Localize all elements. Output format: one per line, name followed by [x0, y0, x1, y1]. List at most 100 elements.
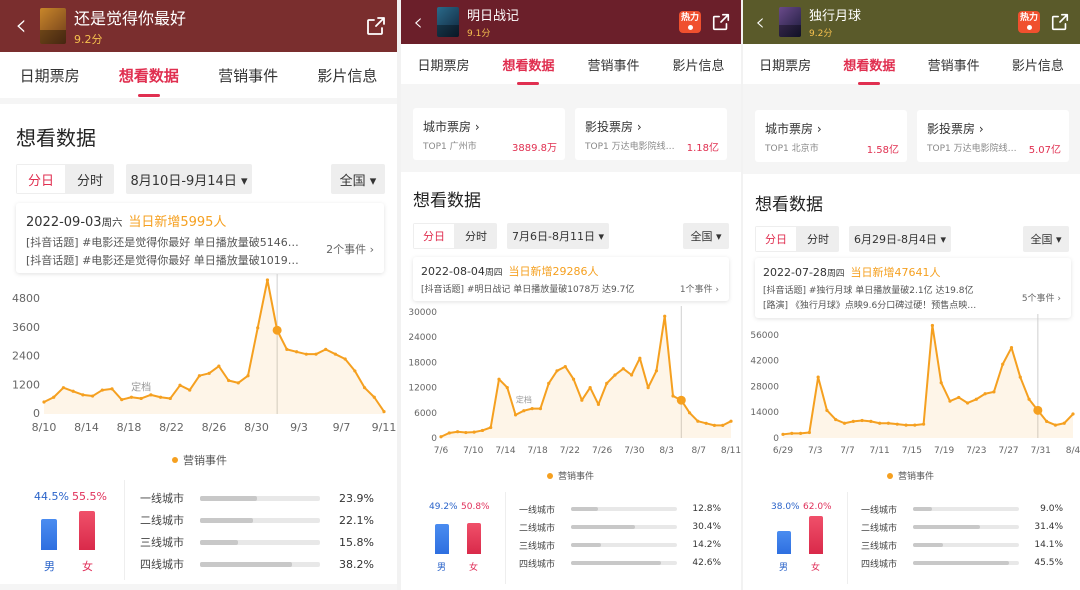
tier-bar-fill — [913, 507, 933, 511]
data-point — [522, 409, 526, 413]
data-point — [729, 419, 733, 423]
x-tick-label: 7/11 — [870, 446, 890, 456]
data-point — [314, 352, 318, 356]
tier-bar-fill — [200, 561, 292, 567]
tier-bar-fill — [913, 561, 1010, 565]
y-tick-label: 30000 — [408, 308, 437, 318]
male-bar — [435, 524, 449, 554]
data-point — [197, 374, 202, 378]
data-point — [621, 367, 625, 371]
tier-bar — [200, 517, 320, 523]
data-point — [304, 352, 308, 356]
data-point — [362, 386, 367, 390]
data-point — [676, 395, 686, 405]
data-point — [207, 371, 211, 375]
data-point — [139, 396, 143, 401]
y-tick-label: 0 — [431, 434, 437, 444]
data-point — [353, 369, 357, 373]
data-point — [497, 377, 501, 381]
data-point — [798, 431, 803, 435]
tier-value: 45.5% — [1034, 558, 1063, 568]
x-tick-label: 7/27 — [998, 446, 1018, 456]
tier-name: 四线城市 — [519, 559, 556, 570]
data-point — [226, 378, 231, 383]
data-point — [1027, 397, 1031, 401]
data-point — [983, 392, 987, 396]
data-point — [455, 430, 460, 434]
tier-bar-fill — [571, 561, 662, 565]
female-percent: 62.0% — [803, 502, 832, 512]
tier-name: 二线城市 — [140, 514, 184, 527]
x-tick-label: 8/26 — [202, 421, 227, 434]
data-point — [294, 350, 299, 354]
data-point — [285, 347, 289, 351]
data-point — [687, 411, 692, 415]
tier-bar — [571, 543, 677, 547]
chart-legend: 营销事件 — [172, 452, 227, 468]
tier-name: 三线城市 — [519, 541, 556, 552]
tier-bar-fill — [913, 525, 980, 529]
y-tick-label: 3600 — [12, 321, 40, 334]
data-point — [42, 400, 46, 404]
data-point — [965, 401, 970, 405]
data-point — [939, 381, 943, 385]
chart-legend: 营销事件 — [887, 469, 934, 482]
data-point — [712, 423, 717, 427]
male-percent: 38.0% — [771, 502, 800, 512]
y-tick-label: 2400 — [12, 350, 40, 363]
tier-name: 一线城市 — [519, 505, 556, 516]
data-point — [930, 323, 934, 328]
data-point — [851, 419, 855, 424]
data-point — [547, 381, 551, 385]
audience-profile: 38.0% 62.0% 男 女 一线城市 9.0% 二线城市 31.4% 三线城市 1… — [755, 492, 1071, 584]
data-point — [71, 389, 75, 393]
x-tick-label: 7/18 — [528, 446, 548, 456]
data-point — [178, 383, 182, 387]
x-tick-label: 7/14 — [495, 446, 515, 456]
data-point — [613, 373, 617, 377]
data-point — [343, 357, 347, 361]
city-tier-row: 一线城市 9.0% — [861, 502, 1067, 516]
tier-bar-fill — [571, 525, 636, 529]
x-tick-label: 7/10 — [463, 446, 483, 456]
data-point — [52, 395, 56, 399]
tier-name: 三线城市 — [861, 541, 898, 552]
data-point — [1053, 423, 1058, 427]
data-point — [464, 430, 468, 435]
x-tick-label: 7/30 — [624, 446, 644, 456]
tier-name: 四线城市 — [140, 558, 184, 571]
tier-bar — [571, 507, 677, 511]
data-point — [188, 388, 192, 392]
data-point — [324, 347, 328, 351]
data-point — [513, 413, 518, 417]
male-bar — [41, 518, 57, 550]
female-percent: 50.8% — [461, 502, 490, 512]
data-point — [555, 369, 559, 373]
gender-bars — [41, 506, 101, 550]
y-tick-label: 4800 — [12, 292, 40, 305]
data-point — [948, 399, 952, 403]
panel-2: ‹ 明日战记 9.1分 热力 日期票房 想看数据 营销事件 影片信息 城市票房 … — [401, 0, 741, 590]
city-tier-row: 二线城市 31.4% — [861, 520, 1067, 534]
audience-profile: 49.2% 50.8% 男 女 一线城市 12.8% 二线城市 30.4% 三线城市… — [413, 492, 729, 584]
data-point — [781, 432, 785, 436]
legend-label: 营销事件 — [183, 454, 227, 467]
male-label: 男 — [44, 560, 55, 573]
data-point — [236, 381, 240, 385]
city-tier-row: 四线城市 45.5% — [861, 556, 1067, 570]
tier-bar — [200, 495, 320, 501]
data-point — [1071, 412, 1075, 416]
tier-value: 42.6% — [692, 558, 721, 568]
data-point — [790, 431, 794, 435]
data-point — [447, 431, 451, 435]
data-point — [1033, 405, 1043, 415]
data-point — [149, 393, 153, 397]
male-percent: 44.5% — [34, 490, 69, 503]
data-point — [922, 422, 926, 426]
data-point — [272, 325, 282, 335]
legend-dot-icon — [172, 457, 178, 463]
tier-name: 二线城市 — [519, 523, 556, 534]
data-point — [588, 386, 592, 390]
x-tick-label: 9/7 — [333, 421, 351, 434]
data-point — [629, 373, 634, 377]
